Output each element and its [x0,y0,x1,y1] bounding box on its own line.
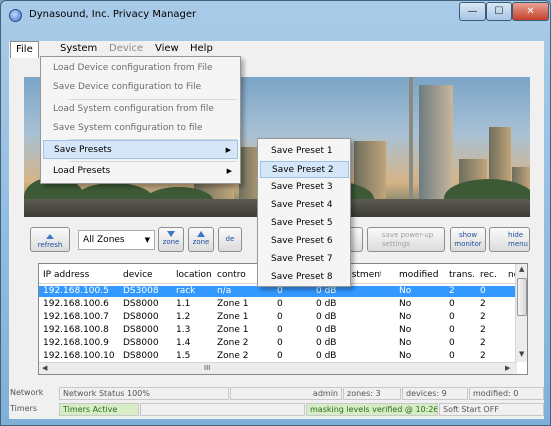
refresh-icon [46,234,54,239]
hide-menu-button[interactable]: hide menu [489,227,530,252]
table-row[interactable]: 192.168.100.5 DS3008 rack n/a 0 0 dB No … [39,286,517,297]
close-button[interactable]: ✕ [512,2,549,21]
zone-up-button[interactable]: zone [188,227,214,252]
col-control[interactable]: contro [217,270,247,280]
network-status-bar: Network Network Status 100% admin zones:… [9,386,544,401]
table-row[interactable]: 192.168.100.10 DS8000 1.5 Zone 2 0 0 dB … [39,351,517,361]
maximize-button[interactable]: ☐ [486,2,512,21]
scroll-grip[interactable]: III [204,364,210,372]
menu-load-system-config[interactable]: Load System configuration from file [43,100,238,119]
scroll-right-icon[interactable]: ▶ [505,364,510,372]
col-trans[interactable]: trans. [449,270,475,280]
save-preset-4[interactable]: Save Preset 4 [260,197,349,214]
user-status: admin [230,387,342,400]
minimize-button[interactable]: — [459,2,486,21]
table-row[interactable]: 192.168.100.8 DS8000 1.3 Zone 1 0 0 dB N… [39,325,517,336]
network-status: Network Status 100% [59,387,229,400]
menu-save-device-config[interactable]: Save Device configuration to File [43,78,238,97]
save-preset-7[interactable]: Save Preset 7 [260,251,349,268]
timers-label: Timers [10,404,38,413]
save-preset-5[interactable]: Save Preset 5 [260,215,349,232]
col-rec[interactable]: rec. [480,270,497,280]
window-title: Dynasound, Inc. Privacy Manager [29,9,197,20]
menu-file[interactable]: File [10,41,39,58]
save-preset-1[interactable]: Save Preset 1 [260,143,349,160]
col-device[interactable]: device [123,270,153,280]
scroll-up-icon[interactable]: ▲ [519,265,524,273]
save-presets-submenu: Save Preset 1 Save Preset 2 Save Preset … [257,138,351,287]
scroll-thumb[interactable] [517,278,527,316]
vertical-scrollbar[interactable]: ▲ ▼ [515,264,527,362]
show-monitor-button[interactable]: show monitor [450,227,486,252]
table-row[interactable]: 192.168.100.7 DS8000 1.2 Zone 1 0 0 dB N… [39,312,517,323]
menu-save-presets[interactable]: Save Presets ▶ [43,140,238,159]
arrow-down-icon [167,231,175,237]
chevron-down-icon: ▼ [144,236,150,244]
scroll-left-icon[interactable]: ◀ [42,364,47,372]
save-preset-8[interactable]: Save Preset 8 [260,269,349,286]
status-spacer [140,403,305,416]
horizontal-scrollbar[interactable]: ◀ III ▶ [39,362,517,374]
scroll-down-icon[interactable]: ▼ [519,350,524,358]
save-preset-3[interactable]: Save Preset 3 [260,179,349,196]
submenu-arrow-icon: ▶ [225,146,231,154]
soft-start-status: Soft Start OFF [439,403,544,416]
timers-status: Timers Active [59,403,139,416]
partial-button[interactable]: de [218,227,242,252]
app-icon [9,9,22,22]
network-label: Network [10,388,44,397]
menu-load-device-config[interactable]: Load Device configuration from File [43,59,238,78]
modified-count: modified: 0 [469,387,544,400]
refresh-button[interactable]: refresh [30,227,70,252]
col-modified[interactable]: modified [399,270,438,280]
timers-status-bar: Timers Timers Active masking levels veri… [9,402,544,417]
menu-load-presets[interactable]: Load Presets ▶ [43,162,238,181]
col-ip[interactable]: IP address [43,270,89,280]
arrow-up-icon [197,231,205,237]
title-bar[interactable]: Dynasound, Inc. Privacy Manager — ☐ ✕ [1,1,550,29]
save-powerup-button[interactable]: save power-up settings [367,227,445,252]
zone-select[interactable]: All Zones ▼ [78,230,155,250]
file-menu-dropdown: Load Device configuration from File Save… [40,56,241,184]
col-adjustment[interactable]: ustment [346,270,381,280]
col-location[interactable]: location [176,270,212,280]
submenu-arrow-icon: ▶ [226,167,232,175]
save-preset-2[interactable]: Save Preset 2 [260,161,349,178]
zone-down-button[interactable]: zone [158,227,184,252]
devices-count: devices: 9 [402,387,468,400]
masking-status: masking levels verified @ 10:26 AM [306,403,438,416]
menu-save-system-config[interactable]: Save System configuration to file [43,119,238,138]
table-row[interactable]: 192.168.100.6 DS8000 1.1 Zone 1 0 0 dB N… [39,299,517,310]
table-row[interactable]: 192.168.100.9 DS8000 1.4 Zone 2 0 0 dB N… [39,338,517,349]
save-preset-6[interactable]: Save Preset 6 [260,233,349,250]
zones-count: zones: 3 [343,387,401,400]
